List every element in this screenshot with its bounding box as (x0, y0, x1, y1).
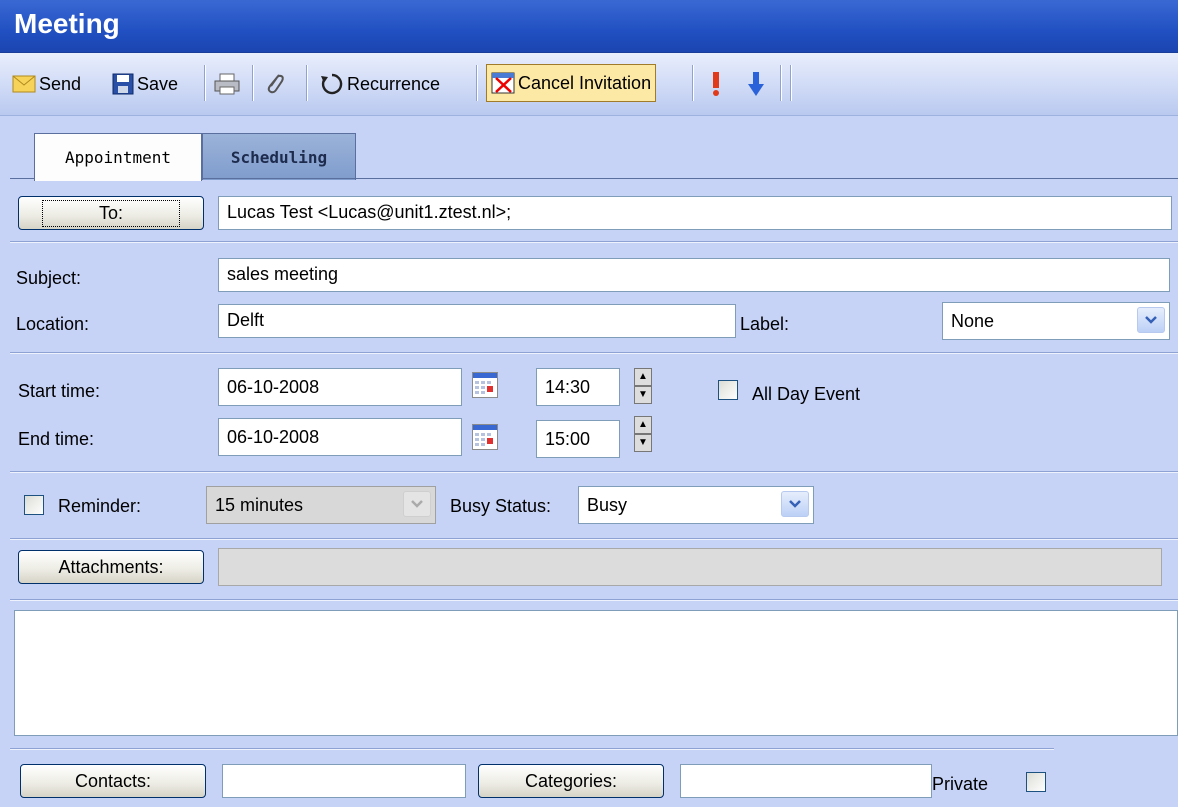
private-checkbox[interactable] (1026, 772, 1046, 792)
window-title: Meeting (14, 8, 120, 39)
toolbar-separator (476, 65, 477, 101)
tab-appointment[interactable]: Appointment (34, 133, 202, 181)
toolbar-separator (692, 65, 693, 101)
chevron-down-icon[interactable] (1137, 307, 1165, 333)
private-label: Private (932, 774, 989, 794)
recurrence-label: Recurrence (347, 73, 441, 94)
attach-button[interactable] (264, 65, 286, 103)
start-time-spinner[interactable]: ▲ ▼ (634, 368, 652, 406)
attachments-button[interactable]: Attachments: (18, 550, 204, 584)
label-label: Label: (740, 314, 790, 334)
low-importance-button[interactable] (748, 65, 764, 103)
end-time-label: End time: (18, 429, 95, 449)
busy-status-label: Busy Status: (450, 496, 552, 516)
divider (10, 241, 1178, 242)
end-date-field[interactable]: 06-10-2008 (218, 418, 462, 456)
busy-status-value: Busy (587, 495, 628, 515)
label-select-value: None (951, 311, 995, 331)
toolbar-separator (780, 65, 781, 101)
paperclip-icon (267, 74, 284, 94)
reminder-label: Reminder: (58, 496, 142, 516)
reminder-select[interactable]: 15 minutes (206, 486, 436, 524)
toolbar-separator (252, 65, 253, 101)
reminder-select-value: 15 minutes (215, 495, 304, 515)
envelope-icon (12, 75, 36, 93)
categories-button-label: Categories: (524, 770, 618, 791)
save-label: Save (137, 73, 179, 94)
save-button[interactable]: Save (112, 65, 178, 103)
start-date-field[interactable]: 06-10-2008 (218, 368, 462, 406)
high-importance-button[interactable] (710, 65, 722, 103)
divider (10, 538, 1178, 539)
subject-label: Subject: (16, 268, 82, 288)
start-time-field[interactable]: 14:30 (536, 368, 620, 406)
calendar-icon[interactable] (472, 372, 498, 398)
recurrence-button[interactable]: Recurrence (320, 65, 440, 103)
spin-up-icon[interactable]: ▲ (634, 368, 652, 386)
reminder-checkbox[interactable] (24, 495, 44, 515)
toolbar: Send Save Recurrence Cancel Invitation (0, 53, 1178, 116)
attachments-field (218, 548, 1162, 586)
contacts-button[interactable]: Contacts: (20, 764, 206, 798)
cancel-invitation-label: Cancel Invitation (518, 72, 652, 93)
divider (10, 471, 1178, 472)
divider (10, 599, 1178, 600)
contacts-field[interactable] (222, 764, 466, 798)
all-day-checkbox[interactable] (718, 380, 738, 400)
categories-field[interactable] (680, 764, 932, 798)
to-button[interactable]: To: (18, 196, 204, 230)
toolbar-separator (790, 65, 791, 101)
attachments-button-label: Attachments: (58, 556, 164, 577)
location-field[interactable]: Delft (218, 304, 736, 338)
cancel-invitation-button[interactable]: Cancel Invitation (486, 64, 657, 102)
tab-scheduling[interactable]: Scheduling (202, 133, 356, 180)
divider (10, 352, 1178, 353)
busy-status-select[interactable]: Busy (578, 486, 814, 524)
spin-down-icon[interactable]: ▼ (634, 434, 652, 452)
down-arrow-icon (748, 72, 764, 96)
chevron-down-icon[interactable] (781, 491, 809, 517)
subject-field[interactable]: sales meeting (218, 258, 1170, 292)
to-button-label: To: (41, 199, 180, 227)
send-label: Send (39, 73, 82, 94)
divider (10, 748, 1054, 749)
to-field[interactable]: Lucas Test <Lucas@unit1.ztest.nl>; (218, 196, 1172, 230)
recurrence-icon (321, 73, 343, 95)
toolbar-separator (204, 65, 205, 101)
location-label: Location: (16, 314, 90, 334)
notes-body[interactable] (14, 610, 1178, 736)
send-button[interactable]: Send (12, 65, 81, 103)
spin-up-icon[interactable]: ▲ (634, 416, 652, 434)
end-time-field[interactable]: 15:00 (536, 420, 620, 458)
exclamation-icon (713, 72, 719, 96)
tab-scheduling-label: Scheduling (230, 147, 328, 167)
label-select[interactable]: None (942, 302, 1170, 340)
contacts-button-label: Contacts: (74, 770, 152, 791)
print-button[interactable] (214, 65, 240, 103)
chevron-down-icon[interactable] (403, 491, 431, 517)
cancel-calendar-icon (491, 72, 515, 94)
categories-button[interactable]: Categories: (478, 764, 664, 798)
spin-down-icon[interactable]: ▼ (634, 386, 652, 404)
calendar-icon[interactable] (472, 424, 498, 450)
title-bar: Meeting (0, 0, 1178, 53)
floppy-disk-icon (112, 73, 134, 95)
end-time-spinner[interactable]: ▲ ▼ (634, 416, 652, 454)
printer-icon (214, 73, 240, 95)
all-day-label: All Day Event (752, 384, 861, 404)
start-time-label: Start time: (18, 381, 101, 401)
tab-appointment-label: Appointment (65, 148, 171, 167)
toolbar-separator (306, 65, 307, 101)
